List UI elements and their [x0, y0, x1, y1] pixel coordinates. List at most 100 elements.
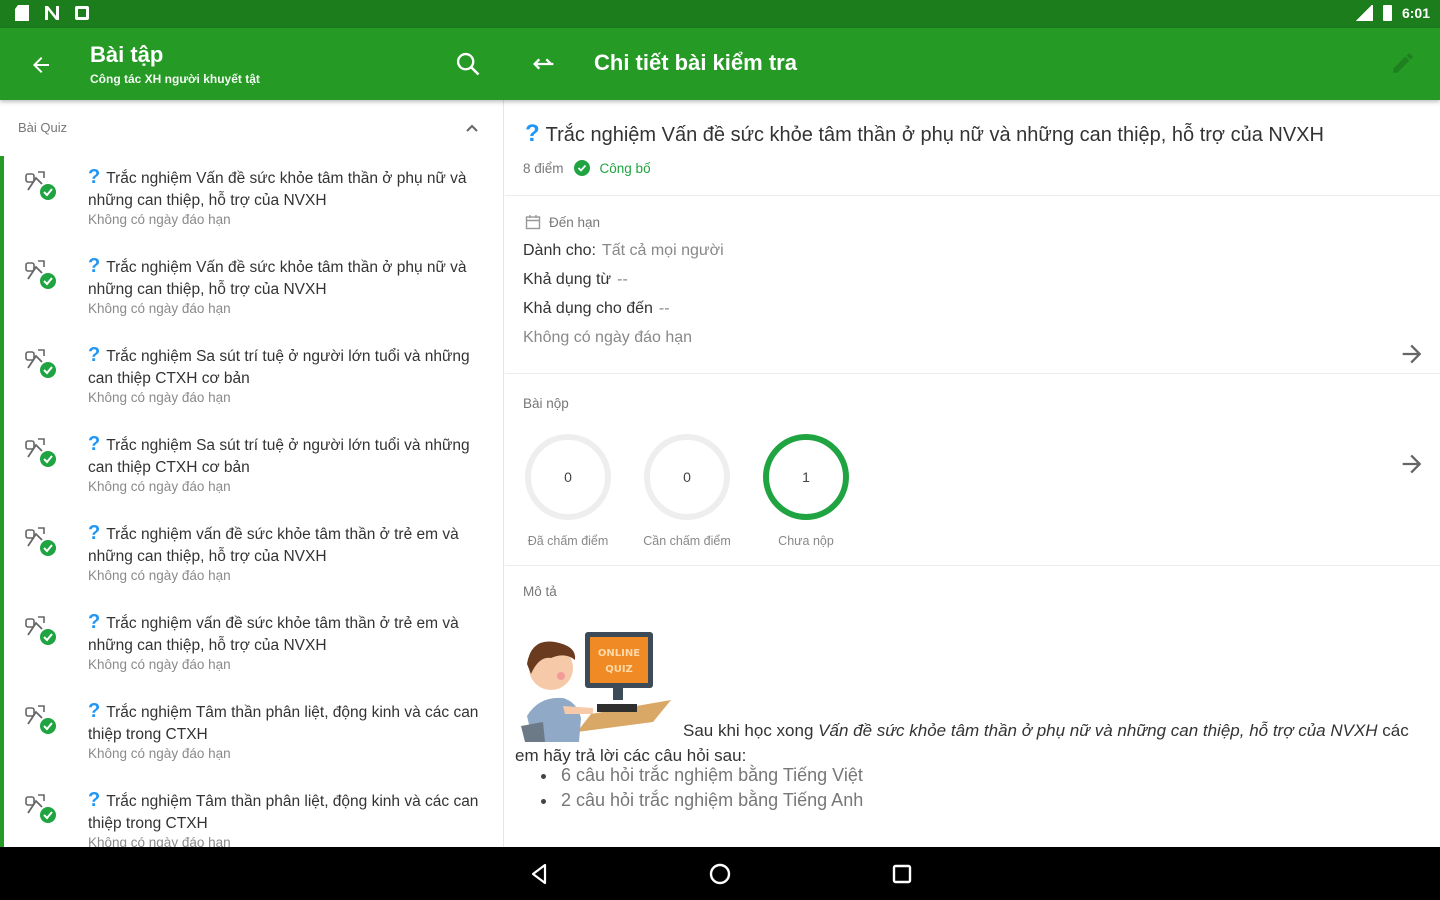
search-icon	[456, 52, 480, 76]
sd-card-icon	[14, 5, 30, 21]
quiz-title: ? Trắc nghiệm Vấn đề sức khỏe tâm thần ở …	[525, 120, 1324, 148]
quiz-item-title-text: Trắc nghiệm vấn đề sức khỏe tâm thần ở t…	[88, 615, 459, 654]
home-nav-icon[interactable]	[706, 860, 734, 888]
collapse-panel-button[interactable]	[530, 50, 560, 80]
question-icon: ?	[525, 120, 540, 147]
quiz-list-item[interactable]: ? Trắc nghiệm Vấn đề sức khỏe tâm thần ở …	[0, 245, 503, 334]
illustration-text-line-1: ONLINE	[598, 648, 640, 659]
app-title: Bài tập	[90, 42, 164, 67]
points-label: 8 điểm	[523, 160, 564, 176]
quiz-item-title-text: Trắc nghiệm Tâm thần phân liệt, động kin…	[88, 704, 479, 743]
arrow-right-icon[interactable]	[1398, 450, 1426, 478]
graded-count: 0	[564, 469, 572, 485]
quiz-list: ? Trắc nghiệm Vấn đề sức khỏe tâm thần ở …	[0, 156, 503, 847]
question-icon: ?	[88, 166, 101, 188]
quiz-status-icon	[25, 794, 56, 823]
description-intro-before: Sau khi học xong	[683, 721, 819, 740]
available-until-row: Khả dụng cho đến --	[523, 300, 670, 318]
question-icon: ?	[88, 522, 101, 544]
quiz-status-icon	[25, 705, 56, 734]
quiz-list-item[interactable]: ? Trắc nghiệm vấn đề sức khỏe tâm thần ở …	[0, 601, 503, 690]
search-button[interactable]	[454, 50, 484, 80]
quiz-status-icon	[25, 438, 56, 467]
status-left-icons	[14, 5, 90, 21]
question-icon: ?	[88, 433, 101, 455]
photo-icon	[74, 5, 90, 21]
quiz-item-title: ? Trắc nghiệm Tâm thần phân liệt, động ki…	[88, 789, 484, 835]
status-right-icons: 6:01	[1354, 5, 1430, 21]
description-intro-italic: Vấn đề sức khỏe tâm thần ở phụ nữ và nhữ…	[818, 721, 1378, 740]
not-submitted-ring: 1	[761, 432, 851, 522]
back-button[interactable]	[26, 50, 56, 80]
chevron-up-icon	[466, 124, 478, 132]
detail-title: Chi tiết bài kiểm tra	[594, 50, 797, 75]
quiz-item-title: ? Trắc nghiệm vấn đề sức khỏe tâm thần ở …	[88, 611, 484, 657]
quiz-item-title-text: Trắc nghiệm Vấn đề sức khỏe tâm thần ở p…	[88, 170, 467, 209]
check-circle-icon	[573, 160, 590, 176]
quiz-list-item[interactable]: ? Trắc nghiệm Sa sút trí tuệ ở người lớn …	[0, 334, 503, 423]
quiz-list-item[interactable]: ? Trắc nghiệm Tâm thần phân liệt, động ki…	[0, 690, 503, 779]
needs-grading-ring: 0	[642, 432, 732, 522]
bullet-item: 6 câu hỏi trắc nghiệm bằng Tiếng Việt	[541, 763, 863, 788]
calendar-icon	[525, 215, 541, 230]
quiz-item-title-text: Trắc nghiệm Tâm thần phân liệt, động kin…	[88, 793, 479, 832]
due-header-label: Đến hạn	[549, 214, 601, 230]
quiz-item-due: Không có ngày đáo hạn	[88, 568, 231, 583]
arrow-right-icon[interactable]	[1398, 340, 1426, 368]
description-card: Mô tả ONLINE QUIZ Sau khi học xong Vấn đ…	[505, 566, 1440, 847]
recents-nav-icon[interactable]	[888, 860, 916, 888]
quiz-item-title-text: Trắc nghiệm Vấn đề sức khỏe tâm thần ở p…	[88, 259, 467, 298]
collapse-arrows-icon	[533, 58, 554, 70]
quiz-item-title-text: Trắc nghiệm Sa sút trí tuệ ở người lớn t…	[88, 437, 470, 476]
quiz-status-icon	[25, 616, 56, 645]
quiz-item-title-text: Trắc nghiệm vấn đề sức khỏe tâm thần ở t…	[88, 526, 459, 565]
quiz-item-title-text: Trắc nghiệm Sa sút trí tuệ ở người lớn t…	[88, 348, 470, 387]
available-until-label: Khả dụng cho đến	[523, 300, 653, 317]
not-submitted-label: Chưa nộp	[778, 534, 834, 548]
question-icon: ?	[88, 344, 101, 366]
description-bullets: 6 câu hỏi trắc nghiệm bằng Tiếng Việt 2 …	[541, 763, 863, 813]
available-from-label: Khả dụng từ	[523, 271, 612, 288]
question-icon: ?	[88, 611, 101, 633]
quiz-status-icon	[25, 171, 56, 200]
quiz-item-due: Không có ngày đáo hạn	[88, 390, 231, 405]
app-bar: Bài tập Công tác XH người khuyết tật Chi…	[0, 28, 1440, 100]
quiz-item-title: ? Trắc nghiệm Sa sút trí tuệ ở người lớn …	[88, 344, 484, 390]
status-bar: 6:01	[0, 0, 1440, 28]
submissions-label: Bài nộp	[523, 396, 569, 411]
quiz-detail-panel: ? Trắc nghiệm Vấn đề sức khỏe tâm thần ở …	[505, 100, 1440, 847]
quiz-list-panel: Bài Quiz ? Trắc nghiệm Vấn đề sức khỏe tâ…	[0, 100, 504, 847]
quiz-section-header[interactable]: Bài Quiz	[0, 100, 503, 156]
published-label: Công bố	[599, 160, 651, 176]
graded-ring: 0	[523, 432, 613, 522]
assigned-to-value: Tất cả mọi người	[601, 242, 724, 259]
available-from-value: --	[617, 271, 628, 288]
battery-icon	[1382, 5, 1392, 21]
question-icon: ?	[88, 789, 101, 811]
quiz-list-item[interactable]: ? Trắc nghiệm Sa sút trí tuệ ở người lớn …	[0, 423, 503, 512]
quiz-item-title: ? Trắc nghiệm Sa sút trí tuệ ở người lớn …	[88, 433, 484, 479]
quiz-item-title: ? Trắc nghiệm vấn đề sức khỏe tâm thần ở …	[88, 522, 484, 568]
quiz-status-icon	[25, 349, 56, 378]
quiz-item-title: ? Trắc nghiệm Vấn đề sức khỏe tâm thần ở …	[88, 255, 484, 301]
due-header: Đến hạn	[525, 214, 600, 230]
back-nav-icon[interactable]	[526, 860, 554, 888]
quiz-item-due: Không có ngày đáo hạn	[88, 657, 231, 672]
submissions-card[interactable]: Bài nộp 0 Đã chấm điểm 0 Cần chấm điểm 1…	[505, 374, 1440, 566]
illustration-text-line-2: QUIZ	[605, 664, 633, 675]
n-icon	[44, 5, 60, 21]
quiz-item-title: ? Trắc nghiệm Vấn đề sức khỏe tâm thần ở …	[88, 166, 484, 212]
due-card[interactable]: Đến hạn Dành cho: Tất cả mọi người Khả dụ…	[505, 196, 1440, 374]
assigned-to-row: Dành cho: Tất cả mọi người	[523, 242, 724, 260]
edit-button[interactable]	[1390, 50, 1420, 80]
quiz-list-item[interactable]: ? Trắc nghiệm Vấn đề sức khỏe tâm thần ở …	[0, 156, 503, 245]
quiz-list-item[interactable]: ? Trắc nghiệm vấn đề sức khỏe tâm thần ở …	[0, 512, 503, 601]
quiz-title-text: Trắc nghiệm Vấn đề sức khỏe tâm thần ở p…	[545, 124, 1324, 146]
quiz-item-due: Không có ngày đáo hạn	[88, 479, 231, 494]
quiz-list-item[interactable]: ? Trắc nghiệm Tâm thần phân liệt, động ki…	[0, 779, 503, 847]
signal-icon	[1354, 5, 1373, 21]
needs-grading-label: Cần chấm điểm	[643, 534, 731, 548]
not-submitted-count: 1	[802, 469, 810, 485]
app-subtitle: Công tác XH người khuyết tật	[90, 72, 260, 86]
question-icon: ?	[88, 255, 101, 277]
